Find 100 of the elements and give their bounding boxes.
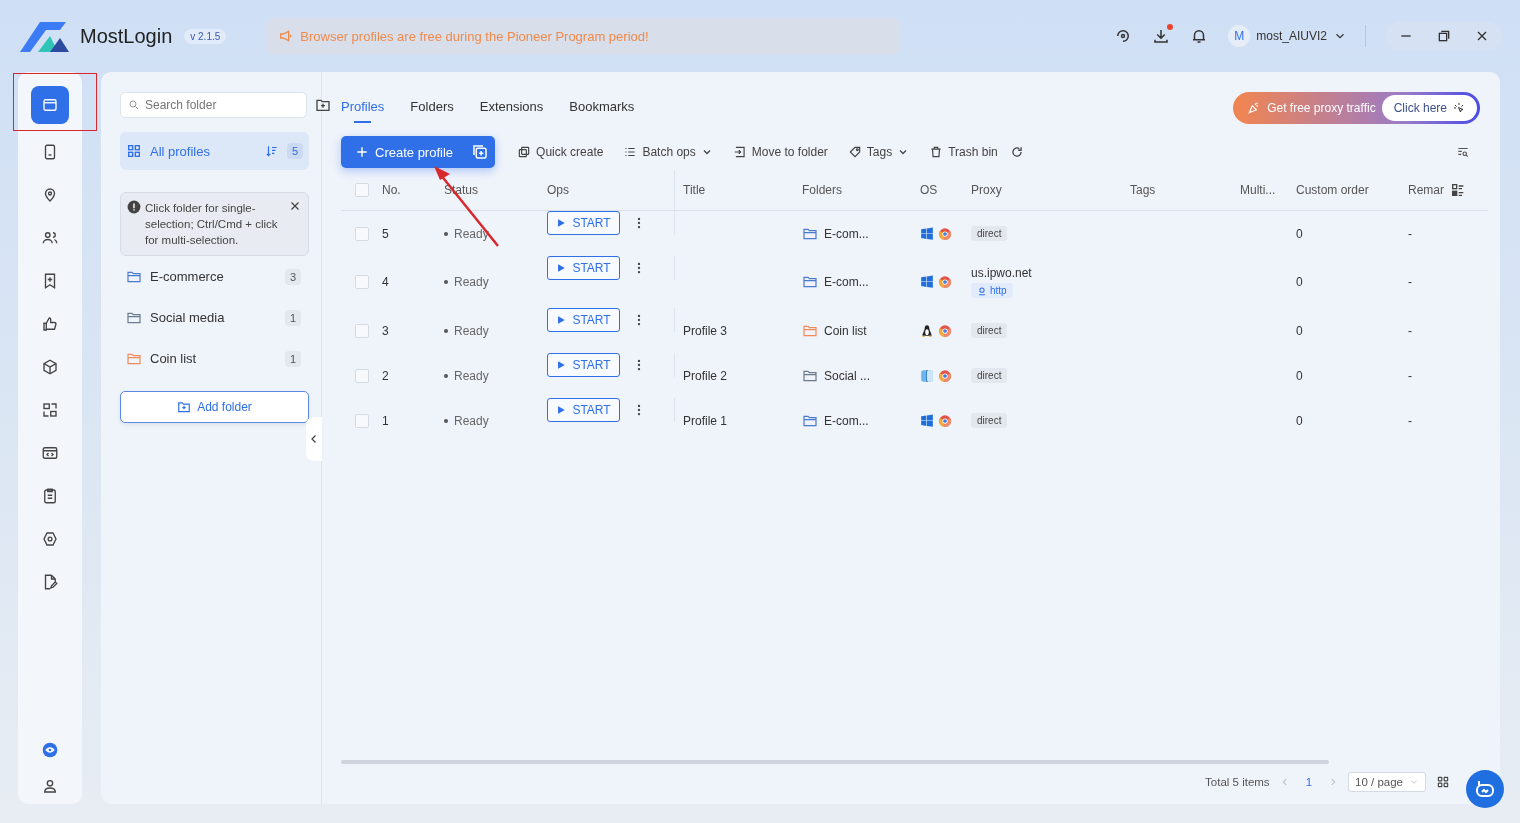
clipboard-icon — [41, 487, 59, 505]
table-cell: 0 — [1296, 226, 1303, 241]
column-header: Custom order — [1296, 183, 1369, 197]
grid-view-icon[interactable] — [1436, 775, 1450, 789]
add-folder-button[interactable]: Add folder — [120, 391, 309, 423]
status-text: Ready — [454, 323, 489, 338]
grid-icon — [126, 143, 142, 159]
tab[interactable]: Bookmarks — [569, 93, 635, 123]
move-icon — [732, 145, 747, 159]
all-profiles-item[interactable]: All profiles 5 — [120, 132, 309, 170]
count-badge: 1 — [284, 309, 301, 326]
toolbar-button[interactable]: Move to folder — [724, 145, 836, 159]
status-dot-icon — [444, 373, 448, 378]
chrome-logo-icon — [938, 275, 952, 289]
sort-icon[interactable] — [264, 144, 279, 158]
refresh-icon[interactable] — [1009, 145, 1024, 159]
table-cell: - — [1408, 323, 1412, 338]
layout-windows-icon — [41, 401, 59, 419]
folder-item[interactable]: E-commerce 3 — [120, 256, 309, 297]
toolbar-button[interactable]: Batch ops — [615, 145, 721, 159]
play-icon — [556, 360, 567, 370]
count-badge: 1 — [284, 350, 301, 367]
play-icon — [556, 405, 567, 415]
table-cell: - — [1408, 226, 1412, 241]
table-cell: 0 — [1296, 275, 1303, 289]
status-dot-icon — [444, 418, 448, 423]
folder-item[interactable]: Social media 1 — [120, 297, 309, 338]
status-dot-icon — [444, 328, 448, 333]
search-list-icon[interactable] — [1456, 145, 1470, 159]
row-checkbox[interactable] — [354, 413, 369, 428]
tab[interactable]: Extensions — [479, 93, 544, 123]
search-field[interactable]: Search folder — [120, 92, 307, 118]
create-profile-button[interactable]: Create profile — [341, 136, 496, 168]
column-header: Title — [683, 183, 706, 197]
rail-button[interactable] — [31, 86, 69, 124]
row-checkbox[interactable] — [354, 368, 369, 383]
start-button[interactable]: START — [547, 353, 620, 377]
promo-banner[interactable]: Get free proxy traffic Click here — [1233, 92, 1480, 124]
row-checkbox[interactable] — [354, 323, 369, 338]
toolbar-button[interactable]: Trash bin — [921, 145, 1006, 159]
tab[interactable]: Folders — [410, 93, 454, 123]
table-cell: - — [1408, 413, 1412, 428]
app-name: MostLogin — [80, 24, 173, 48]
user-menu[interactable]: M most_AIUVI2 — [1228, 25, 1366, 47]
start-button[interactable]: START — [547, 256, 620, 280]
column-settings-icon[interactable] — [1450, 182, 1466, 198]
plus-icon — [355, 145, 369, 159]
status-dot-icon — [444, 231, 448, 236]
chrome-logo-icon — [938, 323, 952, 338]
user-icon[interactable] — [42, 778, 58, 794]
status-text: Ready — [454, 413, 489, 428]
download-icon[interactable] — [1152, 27, 1171, 45]
proxy-tag: direct — [971, 226, 1008, 241]
click-here-button[interactable]: Click here — [1381, 95, 1477, 121]
horizontal-scrollbar[interactable] — [341, 760, 1329, 764]
start-button[interactable]: START — [547, 308, 620, 332]
thumbs-up-icon — [41, 315, 59, 333]
table-cell: Profile 1 — [683, 413, 728, 428]
table-cell: Coin list — [824, 323, 867, 338]
status-text: Ready — [454, 275, 489, 289]
restore-icon[interactable] — [1436, 28, 1452, 44]
table-cell: 5 — [382, 226, 389, 241]
hexagon-icon — [41, 530, 59, 548]
page-number[interactable]: 1 — [1299, 776, 1319, 788]
toolbar-button[interactable]: Quick create — [509, 145, 612, 159]
table-cell: E-com... — [824, 275, 869, 289]
new-folder-icon[interactable] — [315, 97, 331, 113]
table-cell: 3 — [382, 323, 389, 338]
table-cell: - — [1408, 368, 1412, 383]
table-cell: 0 — [1296, 413, 1303, 428]
tab[interactable]: Profiles — [341, 93, 385, 123]
copy-plus-icon[interactable] — [471, 143, 490, 161]
chrome-logo-icon — [938, 226, 952, 241]
proxy-protocol-tag: http — [971, 283, 1013, 298]
start-button[interactable]: START — [547, 211, 620, 235]
page-size-select[interactable]: 10 / page — [1348, 772, 1426, 792]
folder-item[interactable]: Coin list 1 — [120, 338, 309, 379]
row-checkbox[interactable] — [354, 275, 369, 289]
proxy-tag: direct — [971, 323, 1008, 338]
copy-icon — [517, 145, 532, 159]
toolbar-button[interactable]: Tags — [839, 145, 918, 159]
proxy-host: us.ipwo.net — [971, 266, 1032, 280]
eye-icon[interactable] — [42, 742, 58, 758]
column-header: Tags — [1130, 183, 1156, 197]
chat-bot-button[interactable] — [1466, 770, 1504, 808]
table-cell: 2 — [382, 368, 389, 383]
column-header: Proxy — [971, 183, 1002, 197]
column-header: Ops — [547, 183, 569, 197]
pin-icon — [977, 285, 987, 296]
select-all-checkbox[interactable] — [354, 183, 369, 197]
total-items-text: Total 5 items — [1205, 776, 1270, 788]
play-icon — [556, 263, 567, 273]
collapse-handle[interactable] — [306, 417, 322, 461]
count-badge: 3 — [284, 268, 301, 285]
notification-dot — [1167, 24, 1174, 30]
row-checkbox[interactable] — [354, 226, 369, 241]
code-window-icon — [41, 444, 59, 462]
chrome-logo-icon — [938, 368, 952, 383]
table-cell: 4 — [382, 275, 389, 289]
start-button[interactable]: START — [547, 398, 620, 422]
